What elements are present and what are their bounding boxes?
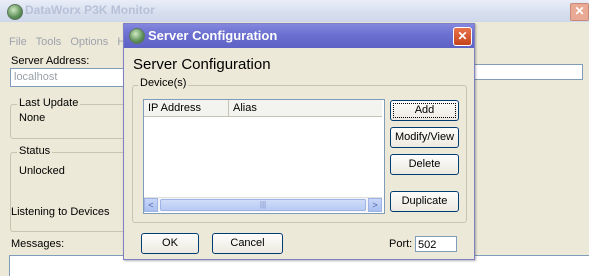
main-window-close-button[interactable]: ✕ bbox=[570, 3, 589, 21]
app-logo-icon bbox=[7, 4, 23, 20]
server-address-value: localhost bbox=[14, 71, 58, 83]
port-input[interactable]: 502 bbox=[415, 236, 457, 252]
messages-label: Messages: bbox=[11, 238, 65, 250]
menu-options[interactable]: Options bbox=[70, 36, 108, 48]
server-address-field[interactable]: localhost bbox=[10, 68, 127, 87]
menu-file[interactable]: File bbox=[9, 36, 27, 48]
server-address-right-field[interactable] bbox=[474, 64, 583, 80]
devices-legend: Device(s) bbox=[138, 77, 189, 89]
add-button[interactable]: Add bbox=[390, 100, 459, 121]
status-title: Status bbox=[17, 145, 53, 157]
delete-button[interactable]: Delete bbox=[390, 154, 459, 175]
column-ip-address[interactable]: IP Address bbox=[144, 100, 229, 116]
devices-list-horizontal-scrollbar[interactable]: < ||| > bbox=[144, 197, 382, 212]
last-update-value: None bbox=[19, 112, 46, 124]
dialog-heading: Server Configuration bbox=[133, 56, 271, 73]
cancel-button[interactable]: Cancel bbox=[212, 233, 283, 254]
main-menu-bar: File Tools Options Hel bbox=[9, 36, 140, 48]
status-group bbox=[10, 152, 125, 232]
server-configuration-dialog: Server Configuration ✕ Server Configurat… bbox=[123, 23, 475, 260]
duplicate-button[interactable]: Duplicate bbox=[390, 191, 459, 212]
ok-button[interactable]: OK bbox=[141, 233, 199, 254]
menu-tools[interactable]: Tools bbox=[36, 36, 62, 48]
column-alias[interactable]: Alias bbox=[229, 100, 313, 116]
status-value: Unlocked bbox=[19, 165, 65, 177]
port-label: Port: bbox=[389, 238, 413, 250]
scroll-right-arrow-icon[interactable]: > bbox=[368, 198, 382, 212]
dialog-title: Server Configuration bbox=[148, 28, 278, 43]
last-update-title: Last Update bbox=[17, 97, 81, 109]
scroll-left-arrow-icon[interactable]: < bbox=[144, 198, 158, 212]
modify-view-button[interactable]: Modify/View bbox=[390, 127, 459, 148]
devices-list-header: IP Address Alias bbox=[144, 100, 382, 117]
server-address-label: Server Address: bbox=[11, 55, 90, 67]
dialog-close-button[interactable]: ✕ bbox=[453, 27, 472, 46]
listening-status-text: Listening to Devices bbox=[11, 206, 110, 218]
main-window-title: DataWorx P3K Monitor bbox=[25, 3, 155, 17]
devices-list[interactable]: IP Address Alias < ||| > bbox=[143, 99, 385, 214]
scroll-thumb[interactable]: ||| bbox=[160, 199, 366, 211]
dialog-app-icon bbox=[129, 28, 145, 44]
